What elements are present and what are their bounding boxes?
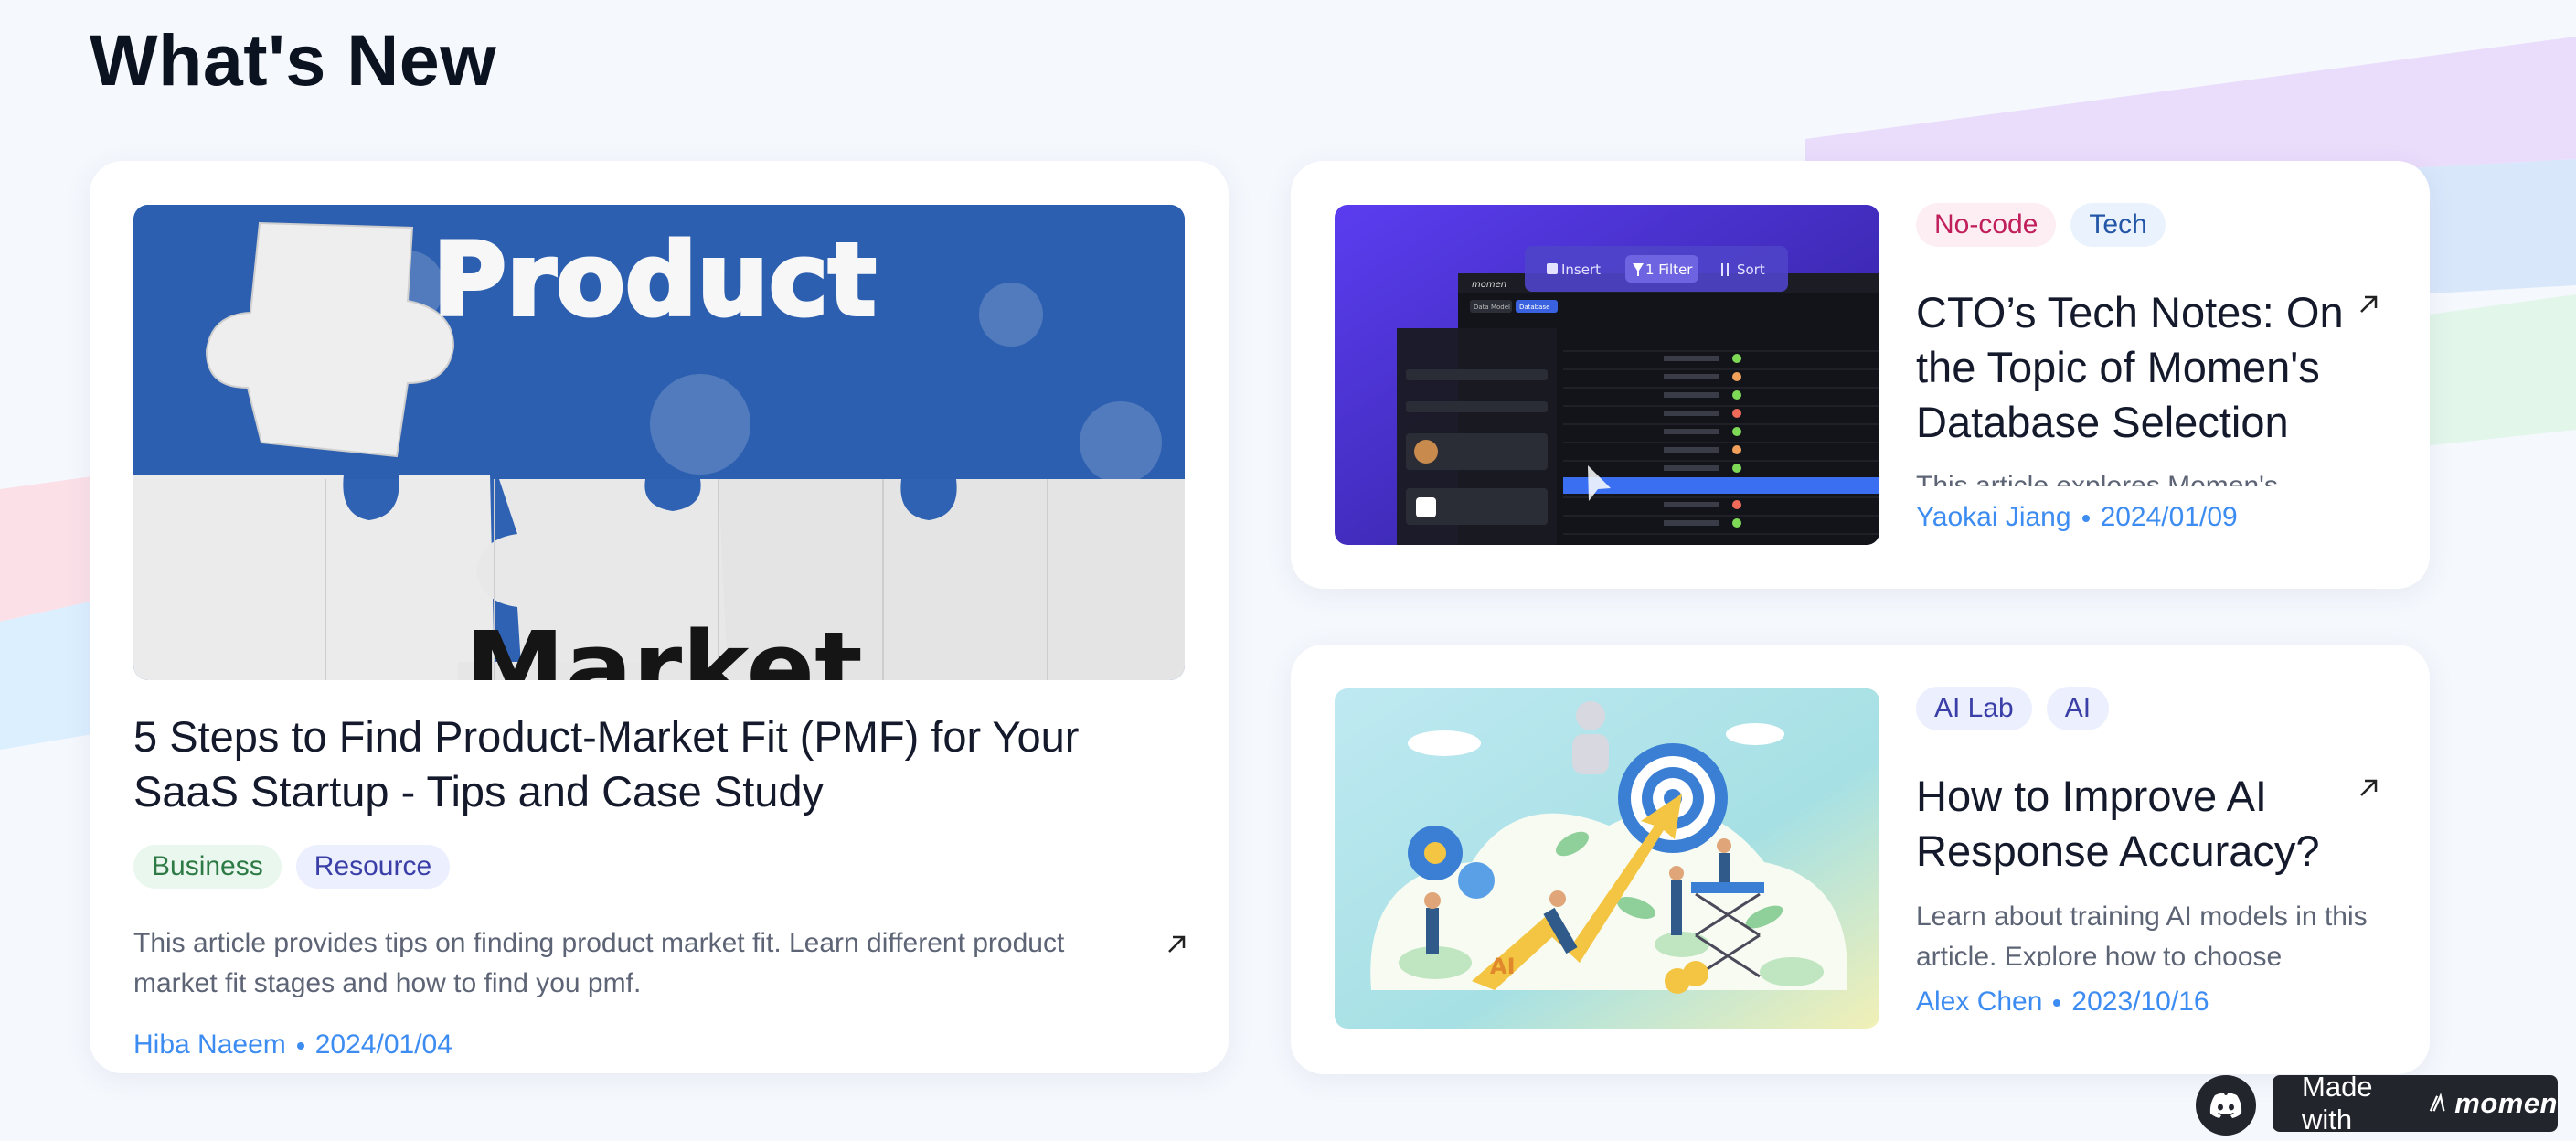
tag-ai-lab[interactable]: AI Lab bbox=[1916, 687, 2032, 730]
article-card-database[interactable]: momen Data Model Database Insert 1 Filte… bbox=[1291, 161, 2430, 589]
featured-tag-list: Business Resource bbox=[133, 845, 451, 889]
discord-icon bbox=[2209, 1093, 2242, 1118]
tag-resource[interactable]: Resource bbox=[295, 845, 451, 889]
arrow-up-right-icon[interactable] bbox=[2357, 293, 2380, 316]
article-byline-ai-accuracy: Alex Chen 2023/10/16 bbox=[1916, 986, 2209, 1018]
article-description-database: This article explores Momen's bbox=[1916, 471, 2278, 486]
featured-article-title[interactable]: 5 Steps to Find Product-Market Fit (PMF)… bbox=[133, 709, 1185, 819]
thumb-filter-button: 1 Filter bbox=[1645, 261, 1693, 278]
article-description-ai-accuracy: Learn about training AI models in this a… bbox=[1916, 901, 2368, 966]
article-tag-list: No-code Tech bbox=[1916, 203, 2166, 247]
article-thumbnail-ai: AI bbox=[1335, 688, 1879, 1029]
thumb-insert-button: Insert bbox=[1561, 261, 1601, 278]
publish-date: 2024/01/04 bbox=[314, 1029, 452, 1060]
publish-date: 2024/01/09 bbox=[2100, 502, 2238, 532]
article-title-ai-accuracy[interactable]: How to Improve AI Response Accuracy? bbox=[1916, 769, 2346, 879]
thumb-ai-label: AI bbox=[1490, 954, 1516, 979]
featured-article-description: This article provides tips on finding pr… bbox=[133, 928, 1065, 998]
tag-tech[interactable]: Tech bbox=[2070, 203, 2166, 247]
arrow-up-right-icon[interactable] bbox=[1165, 933, 1188, 956]
momen-brand: momen bbox=[2454, 1087, 2558, 1119]
thumb-tab-database: Database bbox=[1519, 304, 1549, 311]
article-card-ai-accuracy[interactable]: AI AI Lab AI How to Improve AI Response … bbox=[1291, 645, 2430, 1074]
tag-ai[interactable]: AI bbox=[2046, 687, 2110, 730]
page-title: What's New bbox=[90, 19, 497, 101]
discord-button[interactable] bbox=[2196, 1075, 2256, 1136]
thumb-sort-button: Sort bbox=[1737, 261, 1765, 278]
featured-image-word-bottom: Market bbox=[464, 610, 862, 680]
article-byline-database: Yaokai Jiang 2024/01/09 bbox=[1916, 502, 2238, 533]
arrow-up-right-icon[interactable] bbox=[2357, 776, 2380, 800]
featured-article-thumbnail: Product Market bbox=[133, 205, 1185, 680]
momen-logo-icon bbox=[2429, 1093, 2445, 1112]
featured-image-word-top: Product bbox=[432, 221, 876, 338]
tag-no-code[interactable]: No-code bbox=[1916, 203, 2057, 247]
article-tag-list: AI Lab AI bbox=[1916, 687, 2110, 730]
article-thumbnail-database: momen Data Model Database Insert 1 Filte… bbox=[1335, 205, 1879, 545]
thumb-brand: momen bbox=[1472, 280, 1506, 290]
made-with-label: Made with bbox=[2302, 1071, 2373, 1136]
author-name[interactable]: Hiba Naeem bbox=[133, 1029, 286, 1060]
thumb-tab-datamodel: Data Model bbox=[1474, 304, 1510, 311]
author-name[interactable]: Yaokai Jiang bbox=[1916, 502, 2071, 532]
author-name[interactable]: Alex Chen bbox=[1916, 986, 2042, 1017]
featured-article-byline: Hiba Naeem 2024/01/04 bbox=[133, 1029, 452, 1061]
article-title-database[interactable]: CTO’s Tech Notes: On the Topic of Momen'… bbox=[1916, 285, 2346, 450]
made-with-momen-badge[interactable]: Made with momen bbox=[2273, 1071, 2558, 1136]
tag-business[interactable]: Business bbox=[133, 845, 282, 889]
publish-date: 2023/10/16 bbox=[2071, 986, 2209, 1017]
featured-article-card[interactable]: Product Market 5 Steps to Find Product-M… bbox=[90, 161, 1229, 1073]
